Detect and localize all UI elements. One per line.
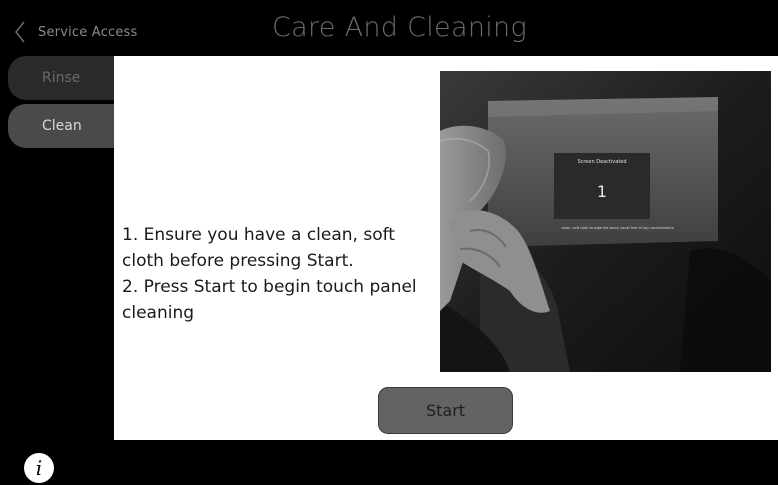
info-icon: i bbox=[35, 456, 43, 480]
instructions: 1. Ensure you have a clean, soft cloth b… bbox=[122, 222, 438, 326]
photo-screen-caption: clean, soft cloth to wipe the touch pane… bbox=[561, 226, 674, 230]
photo-screen-counter: 1 bbox=[597, 182, 607, 201]
content-panel: 1. Ensure you have a clean, soft cloth b… bbox=[114, 56, 778, 440]
back-button-label: Service Access bbox=[38, 24, 138, 40]
chevron-left-icon bbox=[12, 18, 28, 46]
page-title: Care And Cleaning bbox=[272, 12, 527, 43]
instruction-step-2: 2. Press Start to begin touch panel clea… bbox=[122, 277, 417, 323]
header: Service Access Care And Cleaning bbox=[0, 0, 778, 60]
instruction-step-1: 1. Ensure you have a clean, soft cloth b… bbox=[122, 225, 395, 271]
start-button[interactable]: Start bbox=[378, 387, 513, 434]
info-button[interactable]: i bbox=[24, 453, 54, 483]
sidebar-item-label: Rinse bbox=[42, 70, 81, 86]
cleaning-photo: Screen Deactivated 1 clean, soft cloth t… bbox=[440, 71, 771, 372]
start-button-label: Start bbox=[425, 401, 466, 420]
sidebar-item-rinse[interactable]: Rinse bbox=[8, 56, 128, 100]
sidebar-item-clean[interactable]: Clean bbox=[8, 104, 128, 148]
screen: Service Access Care And Cleaning Rinse C… bbox=[0, 0, 778, 485]
back-button[interactable]: Service Access bbox=[12, 18, 137, 46]
sidebar-item-label: Clean bbox=[42, 118, 82, 134]
photo-screen-title: Screen Deactivated bbox=[577, 159, 626, 165]
